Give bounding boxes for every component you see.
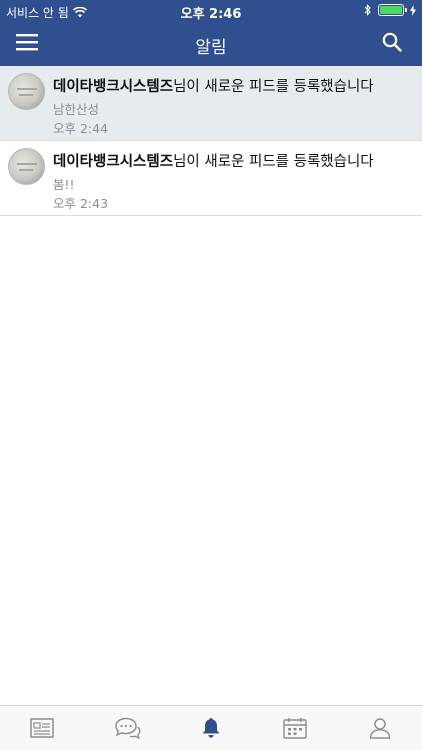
notification-time: 오후 2:43 — [53, 196, 109, 211]
profile-icon — [369, 718, 391, 739]
search-icon — [382, 32, 402, 52]
status-right — [364, 4, 416, 16]
page-title: 알림 — [195, 38, 227, 58]
charging-icon — [410, 4, 416, 16]
tab-profile[interactable] — [338, 706, 422, 750]
chat-icon — [114, 717, 141, 739]
author-name: 데이타뱅크시스템즈 — [53, 79, 174, 95]
status-bar: 서비스 안 됨 오후 2:46 — [0, 0, 422, 22]
battery-icon — [378, 4, 407, 16]
notification-title: 데이타뱅크시스템즈님이 새로운 피드를 등록했습니다 — [53, 75, 374, 96]
notification-message: 님이 새로운 피드를 등록했습니다 — [173, 154, 374, 170]
notification-item[interactable]: 데이타뱅크시스템즈님이 새로운 피드를 등록했습니다 봄!! 오후 2:43 — [0, 141, 422, 216]
navbar: 알림 — [0, 22, 422, 66]
tab-feed[interactable] — [0, 706, 84, 750]
calendar-icon — [283, 718, 308, 739]
tab-calendar[interactable] — [253, 706, 337, 750]
tab-bar — [0, 705, 422, 750]
tab-chat[interactable] — [84, 706, 168, 750]
notification-preview: 남한산성 — [53, 102, 100, 117]
notification-time: 오후 2:44 — [53, 121, 109, 136]
tab-notifications[interactable] — [169, 706, 253, 750]
feed-icon — [30, 718, 54, 738]
notification-preview: 봄!! — [53, 177, 75, 192]
avatar — [8, 73, 45, 110]
notification-list: 데이타뱅크시스템즈님이 새로운 피드를 등록했습니다 남한산성 오후 2:44 … — [0, 66, 422, 216]
notification-title: 데이타뱅크시스템즈님이 새로운 피드를 등록했습니다 — [53, 150, 374, 171]
search-button[interactable] — [382, 32, 406, 56]
avatar — [8, 148, 45, 185]
bell-icon — [202, 718, 220, 738]
bluetooth-icon — [364, 4, 371, 16]
app-header: 서비스 안 됨 오후 2:46 알림 — [0, 0, 422, 66]
notification-message: 님이 새로운 피드를 등록했습니다 — [173, 79, 374, 95]
status-time: 오후 2:46 — [180, 7, 242, 22]
author-name: 데이타뱅크시스템즈 — [53, 154, 174, 170]
notification-item[interactable]: 데이타뱅크시스템즈님이 새로운 피드를 등록했습니다 남한산성 오후 2:44 — [0, 66, 422, 141]
